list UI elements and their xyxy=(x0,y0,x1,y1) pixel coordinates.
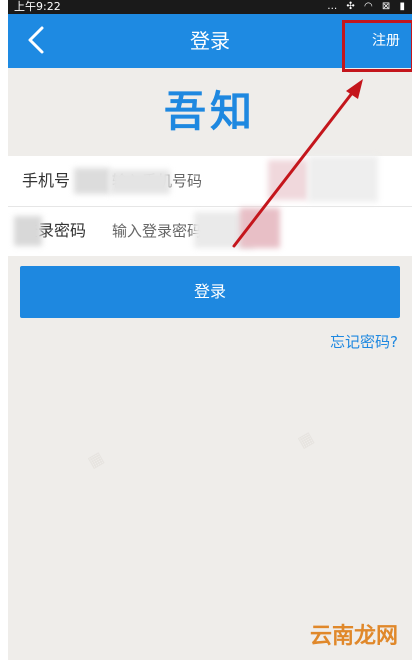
annotation-arrow xyxy=(232,79,363,248)
watermark-logo: 云南龙网 xyxy=(309,624,398,649)
app-screen: 上午9:22 … ✣ ◠ ⊠ ▮ 登录 注册 吾知 手机号 登录密码 xyxy=(8,0,412,660)
